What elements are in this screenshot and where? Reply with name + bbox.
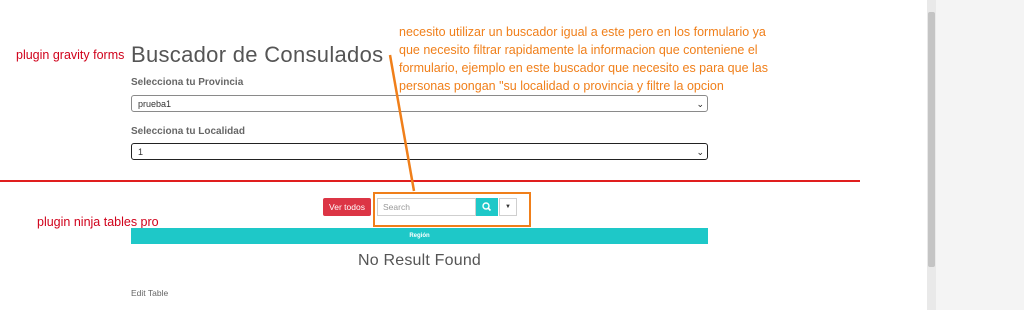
- edit-table-link[interactable]: Edit Table: [131, 288, 168, 298]
- search-input[interactable]: Search: [377, 198, 476, 216]
- view-all-button[interactable]: Ver todos: [323, 198, 371, 216]
- empty-table-message: No Result Found: [357, 252, 482, 269]
- search-icon: [482, 202, 492, 212]
- table-column-header[interactable]: Región: [131, 228, 708, 244]
- caret-down-icon: ▼: [505, 204, 511, 210]
- search-button[interactable]: [476, 198, 498, 216]
- column-filter-dropdown[interactable]: ▼: [499, 198, 517, 216]
